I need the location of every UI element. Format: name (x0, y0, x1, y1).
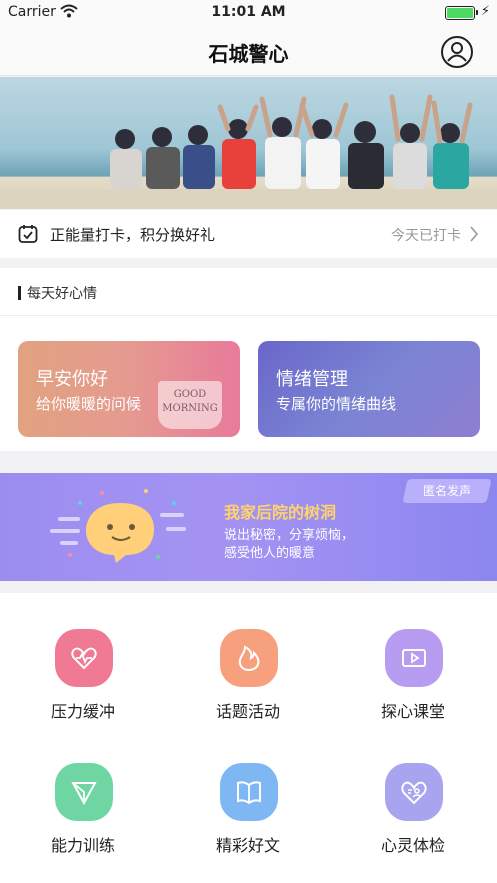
feature-label: 精彩好文 (215, 836, 280, 855)
feature-topic-activity[interactable]: 话题活动 (188, 629, 308, 729)
paper-plane-icon (55, 763, 113, 821)
mug-text-line2: MORNING (162, 403, 218, 414)
feature-mind-checkup[interactable]: 心灵体检 (353, 763, 473, 863)
mug-text-line1: GOOD (173, 389, 207, 400)
speech-bubble-face-icon (50, 489, 186, 563)
feature-skill-training[interactable]: 能力训练 (23, 763, 143, 863)
checkin-text: 正能量打卡，积分换好礼 (50, 226, 216, 244)
nav-bar: 石城警心 (0, 26, 497, 76)
feature-label: 能力训练 (50, 836, 115, 855)
section-title: 每天好心情 (27, 286, 97, 302)
user-icon (447, 42, 467, 62)
heart-person-icon (385, 763, 443, 821)
card-subtitle: 给你暖暖的问候 (36, 395, 142, 413)
tree-hole-subtitle: 说出秘密，分享烦恼， 感受他人的暖意 (224, 527, 354, 563)
subtitle-line1: 说出秘密，分享烦恼， (224, 528, 355, 543)
feature-label: 压力缓冲 (50, 702, 115, 721)
feature-stress-relief[interactable]: 压力缓冲 (23, 629, 143, 729)
good-morning-card[interactable]: GOOD MORNING 早安你好 给你暖暖的问候 (18, 341, 240, 437)
feature-label: 心灵体检 (380, 836, 445, 855)
card-title: 早安你好 (36, 369, 108, 390)
feature-label: 话题活动 (215, 702, 280, 721)
feature-label: 探心课堂 (380, 702, 445, 721)
card-title: 情绪管理 (276, 369, 348, 390)
feature-heart-class[interactable]: 探心课堂 (353, 629, 473, 729)
checkin-bar[interactable]: 正能量打卡，积分换好礼 今天已打卡 (0, 210, 497, 258)
flame-icon (220, 629, 278, 687)
tree-hole-title: 我家后院的树洞 (224, 503, 337, 522)
anonymous-post-button[interactable]: 匿名发声 (402, 479, 492, 503)
mug-image: GOOD MORNING (158, 381, 222, 429)
card-subtitle: 专属你的情绪曲线 (276, 395, 397, 413)
section-marker (18, 286, 21, 300)
page-title: 石城警心 (208, 42, 289, 66)
video-play-icon (385, 629, 443, 687)
book-icon (220, 763, 278, 821)
feature-articles[interactable]: 精彩好文 (188, 763, 308, 863)
daily-mood-section: 每天好心情 GOOD MORNING 早安你好 给你暖暖的问候 情绪管理 专属你… (0, 268, 497, 451)
heart-pulse-icon (55, 629, 113, 687)
battery-icon (445, 6, 478, 20)
subtitle-line2: 感受他人的暖意 (224, 546, 316, 561)
banner-photo (0, 94, 497, 209)
mood-management-card[interactable]: 情绪管理 专属你的情绪曲线 (258, 341, 480, 437)
charging-icon: ⚡ (480, 4, 490, 19)
section-header: 每天好心情 (0, 268, 497, 316)
feature-grid: 压力缓冲 话题活动 探心课堂 能力训练 精彩好文 心灵体检 (0, 593, 497, 883)
calendar-check-icon (18, 225, 38, 243)
hero-banner[interactable] (0, 77, 497, 209)
status-time: 11:01 AM (211, 4, 286, 20)
chevron-right-icon (470, 226, 479, 242)
profile-button[interactable] (441, 36, 473, 68)
tree-hole-banner[interactable]: 匿名发声 我家后院的树洞 说出秘密，分享烦恼， 感受他人的暖意 (0, 473, 497, 581)
checkin-status: 今天已打卡 (391, 228, 461, 244)
status-bar: Carrier 11:01 AM ⚡ (0, 0, 497, 26)
tag-label: 匿名发声 (422, 484, 471, 498)
